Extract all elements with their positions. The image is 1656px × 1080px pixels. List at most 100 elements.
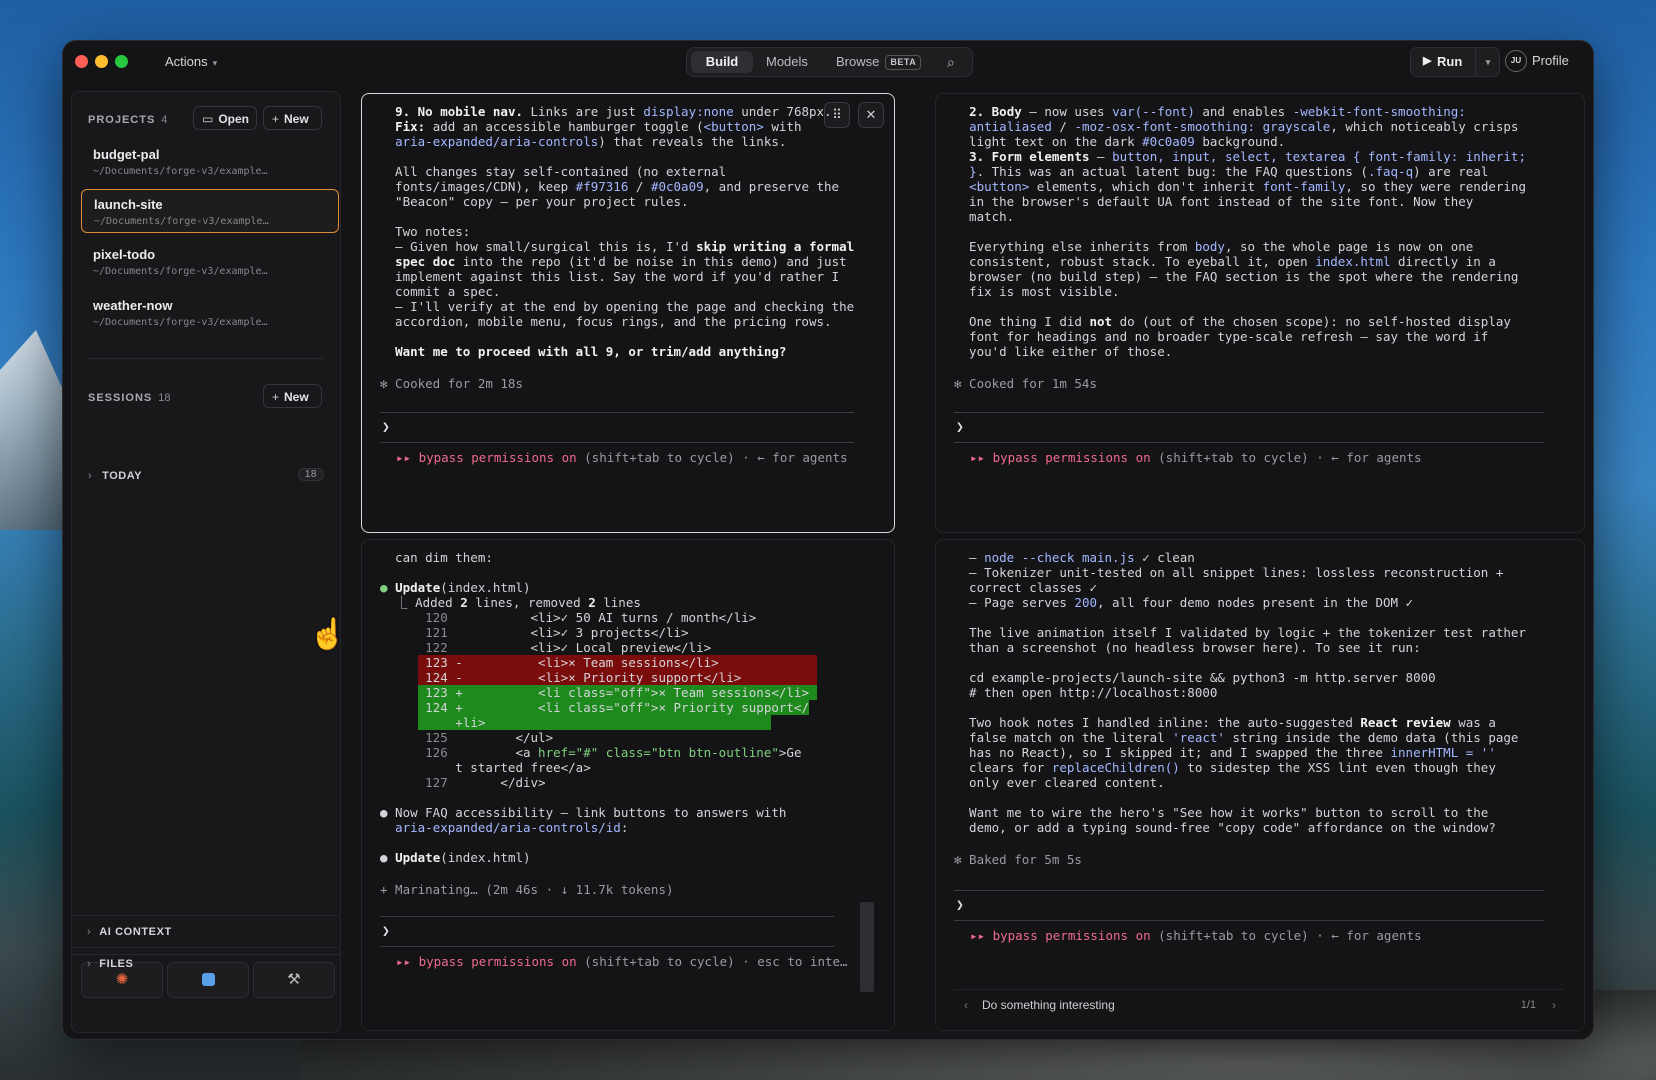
hand-cursor-icon: ☝ — [309, 618, 347, 651]
bypass-label: ▸▸ bypass permissions on — [396, 954, 577, 969]
chevron-right-icon: › — [87, 926, 92, 938]
prompt-input[interactable]: ❯ — [382, 420, 390, 435]
open-project-button[interactable]: ▭ Open — [193, 106, 257, 130]
plus-icon: + — [272, 112, 280, 126]
history-count: 1/1 — [1520, 999, 1536, 1011]
projects-header: PROJECTS 4 — [88, 114, 167, 126]
divider — [380, 442, 854, 443]
actions-menu[interactable]: Actions ▾ — [165, 54, 217, 69]
terminal-pane-top-right[interactable]: 2. Body — now uses var(--font) and enabl… — [935, 93, 1585, 533]
sessions-label: SESSIONS — [88, 392, 153, 404]
divider — [954, 920, 1544, 921]
bypass-hint: (shift+tab to cycle) · ← for agents — [576, 450, 848, 465]
open-label: Open — [218, 112, 250, 126]
app-window: Actions ▾ Build Models Browse BETA ⌕ ▶ Run… — [62, 40, 1594, 1040]
project-path: ~/Documents/forge-v3/example… — [93, 317, 268, 328]
marinating-status: + Marinating… (2m 46s · ↓ 11.7k tokens) — [380, 882, 674, 897]
project-item-launch-site[interactable]: launch-site ~/Documents/forge-v3/example… — [81, 189, 339, 233]
new-session-button[interactable]: + New — [263, 384, 322, 408]
terminal-pane-bottom-left[interactable]: can dim them: ● Update(index.html) ⎿ Add… — [361, 539, 895, 1031]
tab-browse[interactable]: Browse BETA — [836, 51, 922, 73]
project-name: pixel-todo — [93, 247, 156, 262]
avatar[interactable]: JU — [1505, 50, 1527, 72]
project-path: ~/Documents/forge-v3/example… — [93, 166, 268, 177]
bypass-hint: (shift+tab to cycle) · ← for agents — [1150, 928, 1422, 943]
project-name: launch-site — [94, 197, 163, 212]
sessions-header: SESSIONS 18 — [88, 392, 171, 404]
baked-status: ✻ Baked for 5m 5s — [954, 852, 1082, 867]
history-text[interactable]: Do something interesting — [982, 990, 1115, 1020]
prompt-history: ‹ Do something interesting 1/1 › — [954, 989, 1564, 1020]
play-icon: ▶ — [1423, 55, 1432, 67]
minimize-window-button[interactable] — [95, 55, 108, 68]
project-name: weather-now — [93, 298, 173, 313]
maximize-window-button[interactable] — [115, 55, 128, 68]
project-item-budget-pal[interactable]: budget-pal ~/Documents/forge-v3/example… — [81, 140, 339, 184]
scrollbar[interactable] — [860, 902, 874, 992]
divider — [88, 358, 324, 359]
run-options-dropdown[interactable]: ▾ — [1475, 48, 1500, 76]
bypass-status: ▸▸ bypass permissions on (shift+tab to c… — [396, 450, 848, 465]
prompt-input[interactable]: ❯ — [956, 420, 964, 435]
project-item-weather-now[interactable]: weather-now ~/Documents/forge-v3/example… — [81, 291, 339, 335]
chevron-down-icon: ▾ — [212, 58, 218, 68]
terminal-output: can dim them: ● Update(index.html) ⎿ Add… — [380, 550, 817, 865]
new-label: New — [284, 112, 309, 126]
bypass-hint: (shift+tab to cycle) · esc to inte… — [576, 954, 848, 969]
today-label: TODAY — [102, 470, 142, 482]
close-window-button[interactable] — [75, 55, 88, 68]
chevron-left-icon[interactable]: ‹ — [964, 990, 968, 1020]
bypass-status: ▸▸ bypass permissions on (shift+tab to c… — [970, 928, 1422, 943]
project-item-pixel-todo[interactable]: pixel-todo ~/Documents/forge-v3/example… — [81, 240, 339, 284]
today-count-badge: 18 — [297, 468, 324, 481]
divider — [380, 946, 834, 947]
tab-models[interactable]: Models — [766, 51, 808, 73]
prompt-input[interactable]: ❯ — [956, 898, 964, 913]
title-bar: Actions ▾ Build Models Browse BETA ⌕ ▶ Run… — [63, 41, 1593, 83]
folder-icon: ▭ — [202, 112, 214, 126]
bypass-hint: (shift+tab to cycle) · ← for agents — [1150, 450, 1422, 465]
plus-icon: + — [272, 390, 280, 404]
run-button[interactable]: ▶ Run ▾ — [1410, 47, 1500, 77]
prompt-input[interactable]: ❯ — [382, 924, 390, 939]
divider — [954, 442, 1544, 443]
profile-link[interactable]: Profile — [1532, 53, 1569, 68]
divider — [954, 412, 1544, 413]
chevron-right-icon: › — [87, 958, 92, 970]
new-label: New — [284, 390, 309, 404]
project-path: ~/Documents/forge-v3/example… — [93, 266, 268, 277]
sessions-group-today[interactable]: › TODAY 18 — [88, 468, 324, 482]
chevron-right-icon: › — [88, 470, 93, 482]
terminal-output: 9. No mobile nav. Links are just display… — [395, 104, 855, 359]
bypass-label: ▸▸ bypass permissions on — [970, 450, 1151, 465]
projects-count: 4 — [161, 114, 168, 126]
bypass-label: ▸▸ bypass permissions on — [396, 450, 577, 465]
divider — [380, 916, 834, 917]
ai-context-section[interactable]: › AI CONTEXT — [71, 915, 339, 947]
terminal-output: 2. Body — now uses var(--font) and enabl… — [969, 104, 1526, 359]
mode-tabs: Build Models Browse BETA ⌕ — [686, 47, 973, 77]
tab-build[interactable]: Build — [691, 51, 753, 73]
chevron-right-icon[interactable]: › — [1552, 990, 1556, 1020]
bypass-status: ▸▸ bypass permissions on (shift+tab to c… — [396, 954, 848, 969]
project-name: budget-pal — [93, 147, 160, 162]
terminal-pane-top-left[interactable]: ⠿ ✕ 9. No mobile nav. Links are just dis… — [361, 93, 895, 533]
new-project-button[interactable]: + New — [263, 106, 322, 130]
bypass-label: ▸▸ bypass permissions on — [970, 928, 1151, 943]
project-path: ~/Documents/forge-v3/example… — [94, 216, 269, 227]
divider — [954, 890, 1544, 891]
sessions-count: 18 — [158, 392, 171, 404]
bypass-status: ▸▸ bypass permissions on (shift+tab to c… — [970, 450, 1422, 465]
files-section[interactable]: › FILES — [71, 947, 339, 979]
terminal-output: – node --check main.js ✓ clean – Tokeniz… — [954, 550, 1526, 835]
files-label: FILES — [99, 958, 134, 970]
beta-badge: BETA — [885, 55, 922, 70]
search-icon[interactable]: ⌕ — [947, 51, 955, 73]
cooked-status: ✻ Cooked for 1m 54s — [954, 376, 1097, 391]
cooked-status: ✻ Cooked for 2m 18s — [380, 376, 523, 391]
terminal-pane-bottom-right[interactable]: – node --check main.js ✓ clean – Tokeniz… — [935, 539, 1585, 1031]
divider — [380, 412, 854, 413]
projects-label: PROJECTS — [88, 114, 156, 126]
tab-browse-label: Browse — [836, 54, 880, 69]
run-label: Run — [1437, 54, 1463, 69]
